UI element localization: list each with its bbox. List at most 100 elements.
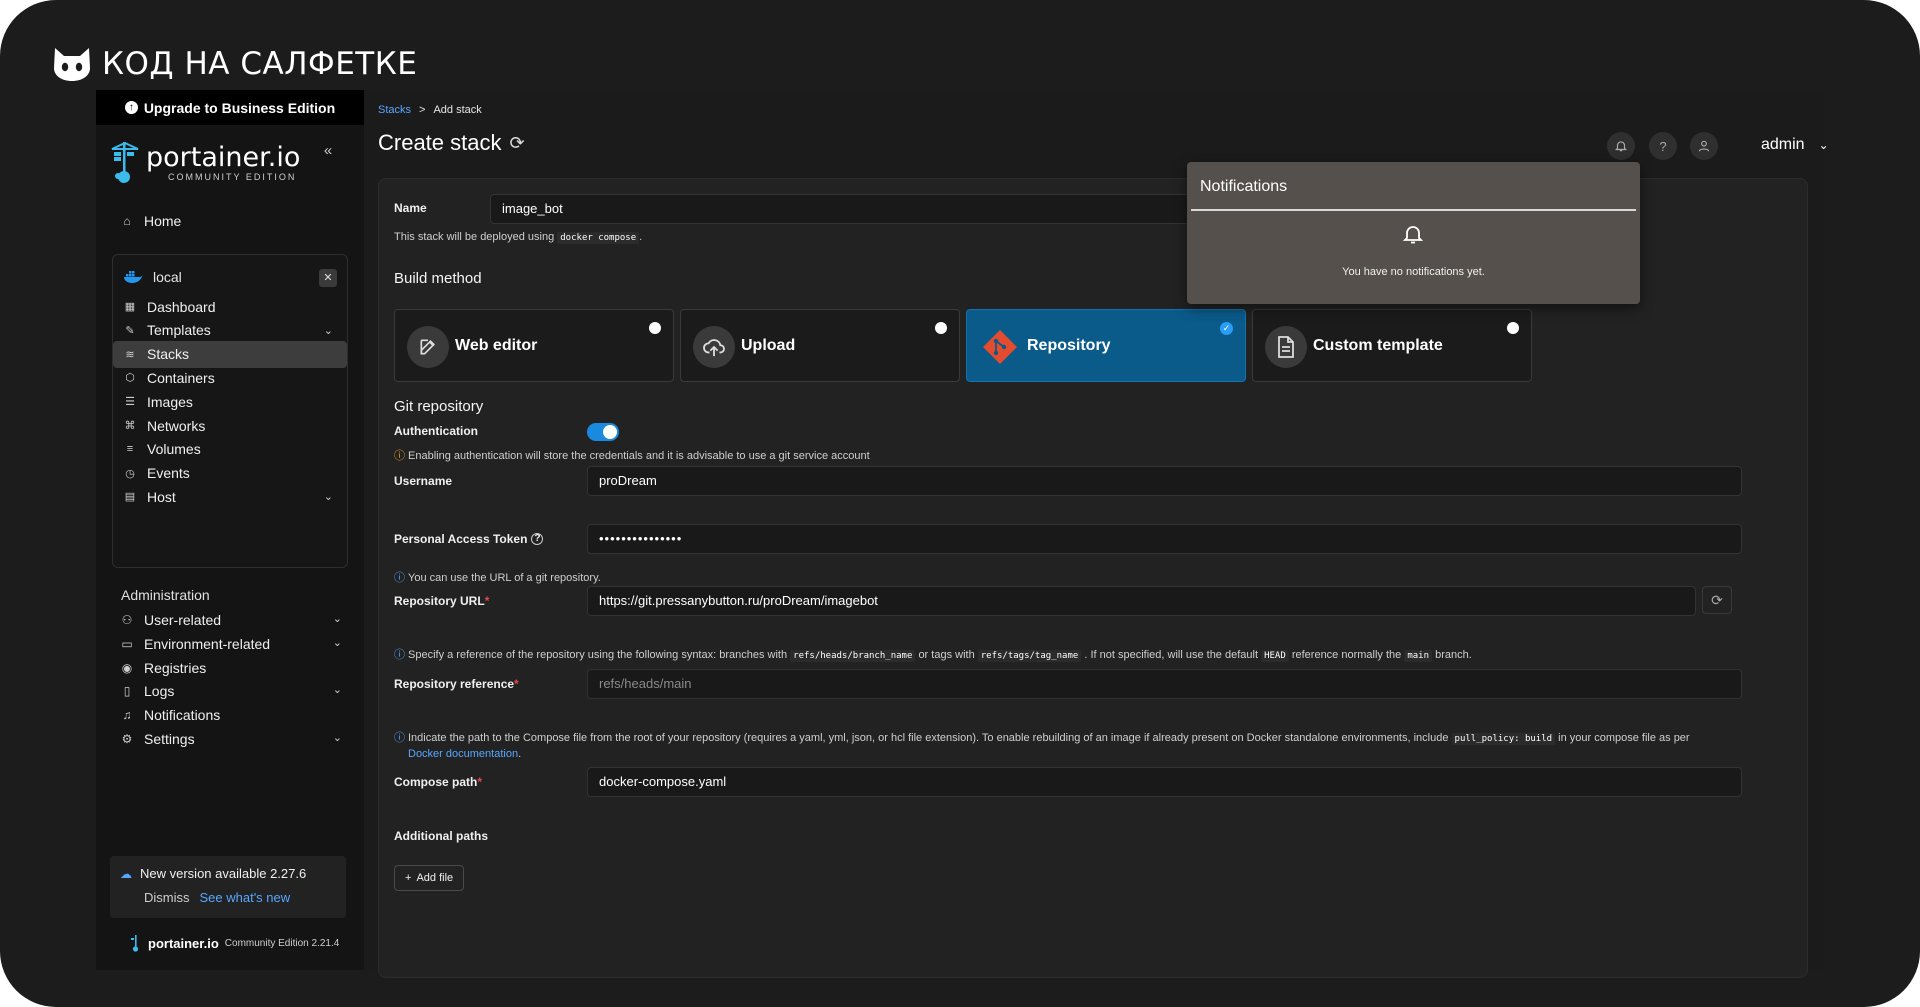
sidebar-item-label: Templates: [147, 322, 211, 339]
refresh-icon: ⟳: [1711, 591, 1723, 608]
portainer-crane-icon: [111, 141, 139, 183]
sidebar-item-notifications[interactable]: ♫ Notifications: [120, 702, 350, 728]
sidebar-item-settings[interactable]: ⚙ Settings ⌄: [120, 726, 350, 752]
radio-button[interactable]: [649, 322, 661, 334]
sidebar-item-templates[interactable]: ✎ Templates ⌄: [113, 317, 347, 344]
whats-new-link[interactable]: See what's new: [200, 890, 291, 905]
build-method-upload[interactable]: Upload: [680, 309, 960, 382]
close-environment-button[interactable]: ✕: [319, 269, 337, 287]
ref-hint-text: Specify a reference of the repository us…: [408, 649, 788, 661]
build-method-custom-template[interactable]: Custom template: [1252, 309, 1532, 382]
page-title: Create stack ⟳: [378, 130, 525, 156]
plus-icon: +: [405, 872, 412, 884]
sidebar: ↑ Upgrade to Business Edition portainer.…: [96, 90, 364, 970]
breadcrumb-stacks-link[interactable]: Stacks: [378, 104, 411, 116]
check-icon[interactable]: ✓: [1220, 322, 1233, 335]
chevron-down-icon: ⌄: [332, 613, 342, 625]
build-method-repository[interactable]: Repository ✓: [966, 309, 1246, 382]
sidebar-item-label: Logs: [144, 683, 175, 700]
repository-url-input[interactable]: https://git.pressanybutton.ru/proDream/i…: [587, 586, 1696, 616]
portainer-app: ↑ Upgrade to Business Edition portainer.…: [96, 90, 1829, 978]
ref-hint-code: HEAD: [1261, 650, 1289, 662]
repository-url-label: Repository URL*: [394, 594, 490, 608]
git-icon: [979, 326, 1021, 368]
help-icon[interactable]: ?: [531, 533, 544, 545]
docker-icon: [124, 271, 143, 283]
repository-reference-input[interactable]: refs/heads/main: [587, 669, 1742, 699]
build-method-web-editor[interactable]: Web editor: [394, 309, 674, 382]
avatar[interactable]: [1690, 132, 1718, 160]
compose-hint-code: pull_policy: build: [1451, 733, 1556, 745]
sidebar-item-registries[interactable]: ◉ Registries: [120, 655, 350, 681]
authentication-toggle[interactable]: [587, 423, 619, 441]
username-input[interactable]: proDream: [587, 466, 1742, 496]
hdd-icon: ▭: [121, 636, 133, 651]
sidebar-item-label: Containers: [147, 369, 215, 386]
radio-icon: ◉: [121, 660, 133, 675]
gear-icon: ⚙: [121, 732, 133, 746]
build-method-label: Repository: [1027, 337, 1111, 354]
file-text-icon: [1265, 326, 1307, 368]
upload-cloud-icon: [693, 326, 735, 368]
info-icon: ⓘ: [394, 732, 405, 744]
sidebar-item-host[interactable]: ▤ Host ⌄: [113, 483, 347, 510]
authentication-label: Authentication: [394, 424, 478, 438]
ref-hint-text: branch.: [1435, 649, 1472, 661]
ref-hint-code: refs/heads/branch_name: [790, 650, 916, 662]
environment-name: local: [153, 269, 182, 285]
reference-hint: ⓘ Specify a reference of the repository u…: [394, 648, 1472, 664]
users-icon: ⚇: [121, 613, 133, 627]
notifications-popover: Notifications You have no notifications …: [1187, 162, 1640, 304]
compose-path-input[interactable]: docker-compose.yaml: [587, 767, 1742, 797]
sidebar-item-label: Environment-related: [144, 635, 271, 652]
sidebar-item-label: Volumes: [147, 441, 201, 458]
sidebar-item-environment-related[interactable]: ▭ Environment-related ⌄: [120, 631, 350, 657]
refresh-icon[interactable]: ⟳: [510, 133, 525, 154]
sidebar-item-logs[interactable]: ▯ Logs ⌄: [120, 678, 350, 704]
home-icon: ⌂: [123, 214, 131, 228]
environment-header: local ✕: [123, 265, 337, 289]
info-icon: ⓘ: [394, 649, 405, 661]
sidebar-item-label: Notifications: [144, 707, 221, 724]
notifications-empty: You have no notifications yet.: [1342, 266, 1485, 278]
compose-hint-text: Indicate the path to the Compose file fr…: [408, 732, 1449, 744]
compose-path-label-text: Compose path: [394, 775, 478, 789]
sidebar-item-user-related[interactable]: ⚇ User-related ⌄: [120, 607, 350, 633]
bell-icon: [1402, 226, 1424, 244]
portainer-logo[interactable]: portainer.io COMMUNITY EDITION: [110, 140, 350, 184]
page-title-text: Create stack: [378, 130, 502, 155]
username-label: Username: [394, 474, 453, 488]
build-method-label: Web editor: [455, 337, 538, 354]
ref-hint-code: main: [1404, 650, 1433, 662]
help-button[interactable]: ?: [1649, 132, 1677, 160]
radio-button[interactable]: [1507, 322, 1519, 334]
dismiss-button[interactable]: Dismiss: [144, 890, 190, 905]
portainer-name: portainer.io: [146, 142, 301, 173]
user-menu[interactable]: admin ⌄: [1761, 136, 1829, 154]
deploy-hint-text: This stack will be deployed using: [394, 231, 555, 243]
edit-icon: ✎: [125, 324, 135, 337]
divider: [1191, 209, 1636, 211]
list-icon: ☰: [125, 396, 135, 409]
notifications-bell-button[interactable]: [1607, 132, 1635, 160]
sidebar-item-label: Events: [147, 465, 190, 482]
compose-path-label: Compose path*: [394, 775, 483, 789]
cloud-download-icon: ☁: [120, 866, 132, 881]
chevron-down-icon: ⌄: [332, 732, 342, 744]
upgrade-button[interactable]: ↑ Upgrade to Business Edition: [96, 90, 364, 125]
sidebar-item-label: Images: [147, 393, 193, 410]
edit-icon: [407, 326, 449, 368]
clock-icon: ◷: [125, 467, 135, 480]
token-input[interactable]: •••••••••••••••: [587, 524, 1742, 554]
radio-button[interactable]: [935, 322, 947, 334]
collapse-sidebar-button[interactable]: «: [318, 142, 338, 162]
add-file-button[interactable]: + Add file: [394, 865, 465, 891]
breadcrumb-separator: >: [419, 104, 426, 116]
refresh-url-button[interactable]: ⟳: [1702, 586, 1732, 614]
arrow-up-circle-icon: ↑: [124, 101, 138, 114]
sidebar-item-home[interactable]: ⌂ Home: [120, 208, 350, 234]
ref-hint-text: . If not specified, will use the default: [1084, 649, 1259, 661]
sidebar-item-label: Networks: [147, 417, 206, 434]
docker-documentation-link[interactable]: Docker documentation: [408, 748, 518, 760]
bell-icon: ♫: [122, 708, 132, 723]
